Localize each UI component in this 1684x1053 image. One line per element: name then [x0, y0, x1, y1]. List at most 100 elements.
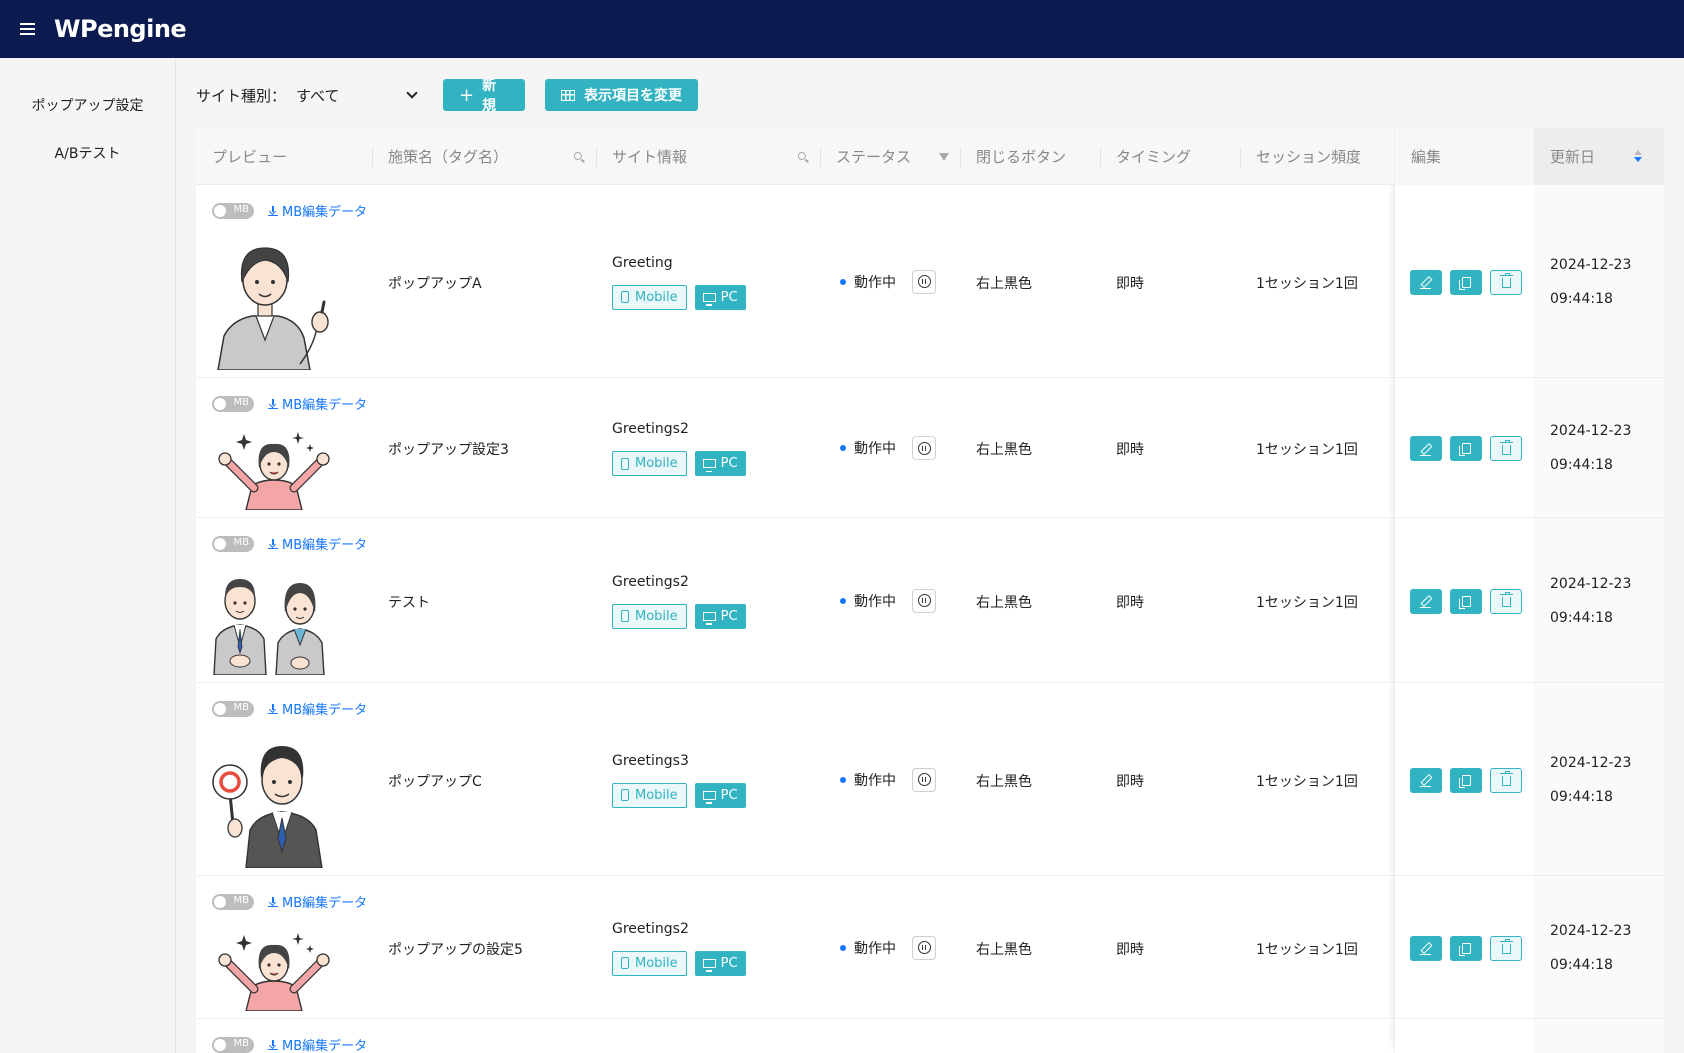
tag-pc: PC: [694, 782, 746, 808]
sidebar-item-popup-settings[interactable]: ポップアップ設定: [0, 81, 175, 129]
edit-button[interactable]: [1410, 269, 1442, 295]
th-preview-label: プレビュー: [212, 148, 288, 166]
status-cell: 動作中: [840, 588, 936, 613]
download-icon: [268, 205, 278, 216]
pause-button[interactable]: [912, 269, 936, 294]
pause-icon: [917, 773, 931, 786]
tag-mobile: Mobile: [612, 451, 687, 476]
updated-date-day: 2024-12-23: [1550, 575, 1632, 592]
tag-mobile-label: Mobile: [635, 608, 678, 624]
edit-actions: [1410, 935, 1530, 961]
copy-button[interactable]: [1450, 269, 1482, 295]
mb-toggle[interactable]: MB: [212, 202, 254, 219]
desktop-icon: [702, 790, 716, 804]
mb-toggle-label: MB: [233, 701, 250, 713]
man-circle-sign-illustration[interactable]: [212, 734, 336, 869]
mb-edit-data-link[interactable]: MB編集データ: [268, 394, 367, 413]
session-frequency-label: 1セッション1回: [1256, 941, 1358, 958]
delete-button[interactable]: [1490, 436, 1522, 461]
mb-edit-data-label: MB編集データ: [282, 703, 368, 718]
pause-button[interactable]: [912, 935, 936, 960]
mb-toggle[interactable]: MB: [212, 395, 254, 412]
copy-button[interactable]: [1450, 436, 1482, 461]
woman-cheering-illustration[interactable]: [212, 430, 336, 511]
trash-icon: [1499, 273, 1513, 288]
pencil-icon: [1420, 444, 1431, 456]
status-cell: 動作中: [840, 767, 936, 792]
campaign-name: ポップアップの設定5: [388, 941, 523, 958]
table-row: MB MB編集データ ポップアップC Greetings3 Mobile PC …: [196, 683, 1664, 876]
th-edit: 編集: [1394, 128, 1534, 185]
session-frequency: 1セッション1回: [1236, 592, 1390, 612]
hamburger-menu-icon[interactable]: [0, 0, 54, 58]
preview-controls: MB MB編集データ: [212, 534, 367, 553]
pause-button[interactable]: [912, 767, 936, 792]
session-frequency: 1セッション1回: [1236, 771, 1390, 791]
desktop-icon: [702, 611, 716, 625]
mb-edit-data-link[interactable]: MB編集データ: [268, 699, 367, 718]
status-dot-icon: [840, 597, 846, 604]
tag-pc: PC: [694, 451, 746, 476]
pause-button[interactable]: [912, 436, 936, 460]
delete-button[interactable]: [1490, 935, 1522, 961]
close-button-setting: 右上黒色: [976, 442, 1032, 458]
search-icon[interactable]: [798, 152, 806, 160]
woman-pointing-illustration[interactable]: [212, 236, 336, 371]
app-brand[interactable]: WPengine: [54, 15, 187, 43]
popup-table: プレビュー 施策名（タグ名） サイト情報 ステータス 閉じるボタン タイミング …: [196, 128, 1664, 1053]
mb-toggle-label: MB: [233, 1037, 250, 1049]
download-icon: [268, 703, 278, 714]
preview-controls: MB MB編集データ: [212, 699, 367, 718]
pause-button[interactable]: [912, 588, 936, 613]
edit-button[interactable]: [1410, 935, 1442, 961]
top-bar: WPengine: [0, 0, 1684, 58]
site-type-select[interactable]: すべて: [296, 79, 420, 111]
mb-toggle[interactable]: MB: [212, 1036, 254, 1053]
new-button[interactable]: + 新規: [443, 78, 526, 114]
business-pair-illustration[interactable]: [212, 567, 336, 676]
table-icon: [561, 89, 576, 101]
table-row: MB MB編集データ ポップアップA Greeting Mobile PC 動作…: [196, 185, 1664, 378]
mb-toggle[interactable]: MB: [212, 700, 254, 717]
copy-button[interactable]: [1450, 935, 1482, 961]
th-close-label: 閉じるボタン: [976, 148, 1067, 166]
table-row: MB MB編集データ: [196, 1019, 1664, 1053]
updated-date-time: 09:44:18: [1550, 956, 1613, 973]
smartphone-icon: [621, 291, 629, 303]
status-dot-icon: [840, 776, 846, 783]
edit-button[interactable]: [1410, 767, 1442, 793]
mb-toggle[interactable]: MB: [212, 535, 254, 552]
mb-edit-data-link[interactable]: MB編集データ: [268, 534, 367, 553]
delete-button[interactable]: [1490, 588, 1522, 614]
delete-button[interactable]: [1490, 269, 1522, 295]
sidebar-item-ab-test[interactable]: A/Bテスト: [0, 129, 175, 177]
smartphone-icon: [621, 789, 629, 801]
change-columns-button[interactable]: 表示項目を変更: [545, 79, 699, 111]
updated-date-day: 2024-12-23: [1550, 922, 1632, 939]
copy-button[interactable]: [1450, 767, 1482, 793]
delete-button[interactable]: [1490, 767, 1522, 793]
edit-button[interactable]: [1410, 588, 1442, 614]
sort-icon[interactable]: [1634, 150, 1642, 162]
th-updated[interactable]: 更新日: [1534, 128, 1664, 185]
mb-toggle-label: MB: [233, 894, 250, 906]
tag-pc-label: PC: [720, 456, 738, 471]
mb-toggle-label: MB: [233, 203, 250, 215]
search-icon[interactable]: [574, 152, 582, 160]
mb-edit-data-link[interactable]: MB編集データ: [268, 892, 367, 911]
woman-cheering-illustration[interactable]: [212, 931, 336, 1012]
mb-edit-data-link[interactable]: MB編集データ: [268, 1035, 367, 1053]
edit-button[interactable]: [1410, 436, 1442, 461]
session-frequency: 1セッション1回: [1236, 439, 1390, 459]
download-icon: [268, 1039, 278, 1050]
toolbar: サイト種別： すべて + 新規 表示項目を変更: [196, 78, 699, 114]
copy-button[interactable]: [1450, 588, 1482, 614]
status-text: 動作中: [854, 274, 896, 291]
mb-edit-data-link[interactable]: MB編集データ: [268, 201, 367, 220]
site-info: Greetings3 Mobile PC: [612, 753, 746, 808]
status-dot-icon: [840, 445, 846, 451]
filter-icon[interactable]: [939, 153, 949, 161]
updated-date: 2024-12-23 09:44:18: [1550, 567, 1631, 635]
updated-date: 2024-12-23 09:44:18: [1550, 746, 1631, 814]
mb-toggle[interactable]: MB: [212, 893, 254, 910]
